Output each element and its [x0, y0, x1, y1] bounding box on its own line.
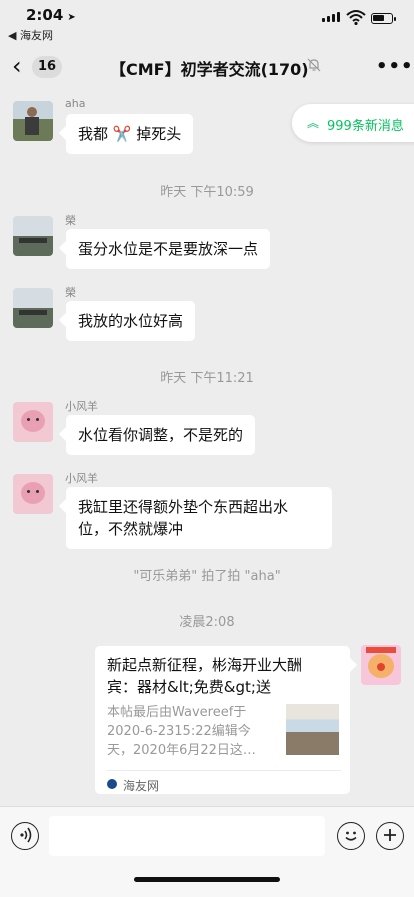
message-bubble[interactable]: 我缸里还得额外垫个东西超出水 位，不然就爆冲 — [66, 487, 332, 549]
avatar[interactable] — [13, 288, 53, 328]
message-bubble[interactable]: 蛋分水位是不是要放深一点 — [66, 229, 271, 269]
timestamp: 昨天 下午10:59 — [160, 185, 254, 200]
link-card-desc-line: 本帖最后由Wavereef于 — [107, 705, 247, 720]
message-text: 我都 ✂️ 掉死头 — [78, 125, 182, 143]
link-card-desc-line: 2020-6-2315:22编辑今 — [107, 724, 251, 739]
sender-name: 榮 — [65, 286, 76, 299]
avatar[interactable] — [13, 402, 53, 442]
emoji-icon[interactable] — [337, 822, 365, 850]
message-text: 水位看你调整，不是死的 — [78, 426, 244, 444]
message-text-line: 位，不然就爆冲 — [78, 520, 184, 538]
cellular-signal-icon — [322, 12, 340, 22]
link-card-title-line: 新起点新征程，彬海开业大酬 — [107, 656, 303, 674]
link-card-title-line: 宾：器材&lt;免费&gt;送 — [107, 678, 271, 696]
source-logo-icon — [107, 779, 117, 789]
unread-badge[interactable]: 16 — [32, 56, 62, 78]
link-card-description: 本帖最后由Wavereef于 2020-6-2315:22编辑今 天，2020年… — [107, 703, 279, 760]
more-dots-icon[interactable]: ••• — [376, 56, 414, 77]
link-card-thumbnail — [286, 704, 339, 755]
message-bubble[interactable]: 水位看你调整，不是死的 — [66, 415, 256, 455]
divider — [107, 770, 341, 771]
message-text-line: 我缸里还得额外垫个东西超出水 — [78, 498, 289, 516]
avatar[interactable] — [13, 101, 53, 141]
pat-system-message: "可乐弟弟" 拍了拍 "aha" — [133, 569, 281, 584]
link-card-source: 海友网 — [123, 779, 160, 793]
sender-name: 榮 — [65, 214, 76, 227]
link-card-desc-line: 天，2020年6月22日这… — [107, 743, 256, 758]
double-chevron-up-icon: ︽ — [307, 116, 320, 130]
message-text: 蛋分水位是不是要放深一点 — [78, 240, 259, 258]
voice-icon[interactable] — [11, 822, 39, 850]
home-indicator — [134, 877, 280, 882]
chat-title: 【CMF】初学者交流(170) — [110, 60, 309, 79]
new-messages-button[interactable]: ︽ 999条新消息 — [292, 104, 414, 142]
input-bar — [0, 806, 414, 897]
message-text: 我放的水位好高 — [78, 312, 184, 330]
new-messages-label: 999条新消息 — [327, 119, 404, 134]
my-avatar[interactable] — [361, 645, 401, 685]
status-bar: 2:04 ➤ ◀ 海友网 — [0, 0, 414, 44]
bell-muted-icon — [307, 58, 321, 72]
battery-icon — [371, 13, 396, 24]
sender-name: 小风羊 — [65, 400, 98, 413]
message-input[interactable] — [49, 816, 325, 856]
wifi-icon — [346, 10, 366, 25]
timestamp: 昨天 下午11:21 — [160, 371, 254, 386]
avatar[interactable] — [13, 216, 53, 256]
plus-icon[interactable] — [376, 822, 404, 850]
status-time: 2:04 ➤ — [26, 6, 76, 24]
link-card[interactable]: 新起点新征程，彬海开业大酬 宾：器材&lt;免费&gt;送 本帖最后由Waver… — [95, 646, 350, 794]
avatar[interactable] — [13, 474, 53, 514]
message-bubble[interactable]: 我放的水位好高 — [66, 301, 196, 341]
location-icon: ➤ — [67, 12, 76, 23]
chevron-left-icon[interactable]: ‹ — [12, 54, 22, 78]
timestamp: 凌晨2:08 — [179, 615, 235, 630]
message-bubble[interactable]: 我都 ✂️ 掉死头 — [66, 114, 194, 154]
sender-name: 小风羊 — [65, 472, 98, 485]
sender-name: aha — [65, 97, 86, 110]
chat-header: ‹ 16 【CMF】初学者交流(170) ••• — [0, 44, 414, 90]
back-to-app-link[interactable]: ◀ 海友网 — [8, 27, 53, 43]
